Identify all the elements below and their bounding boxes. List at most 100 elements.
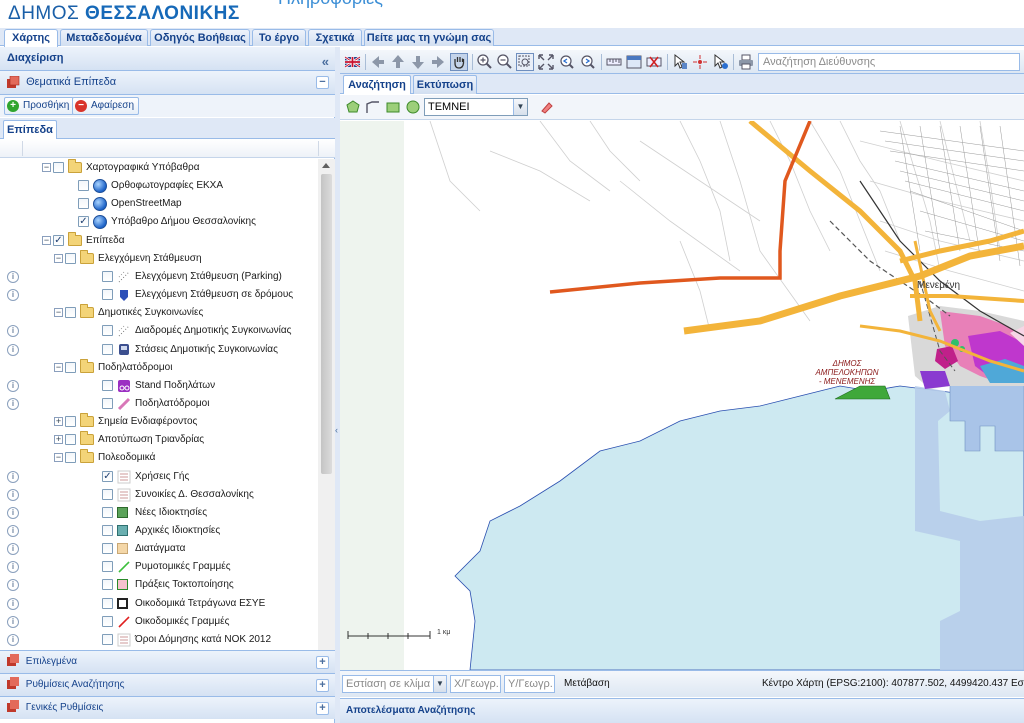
spatial-operator-select[interactable]: ΤΕΜΝΕΙ ▼ — [424, 98, 528, 116]
layer-checkbox[interactable] — [102, 325, 113, 337]
info-icon[interactable]: i — [7, 397, 19, 410]
expand-selected-icon[interactable]: + — [316, 656, 329, 669]
info-icon[interactable]: i — [7, 488, 19, 501]
select-feature-icon[interactable] — [691, 53, 709, 71]
layer-tree-row[interactable]: i Διαδρομές Δημοτικής Συγκοινωνίας — [0, 322, 318, 340]
info-icon[interactable]: i — [7, 325, 19, 338]
zoom-scale-select[interactable]: Εστίαση σε κλίμα ▼ — [342, 675, 447, 693]
layer-checkbox[interactable] — [65, 252, 76, 264]
layer-checkbox[interactable] — [65, 416, 76, 428]
layer-checkbox[interactable] — [102, 379, 113, 391]
clear-measure-icon[interactable] — [645, 53, 663, 71]
print-icon[interactable] — [737, 53, 755, 71]
info-icon[interactable]: i — [7, 543, 19, 556]
address-search-input[interactable]: Αναζήτηση Διεύθυνσης — [758, 53, 1020, 71]
expand-toggle-icon[interactable]: − — [54, 362, 63, 372]
layer-checkbox[interactable] — [78, 198, 89, 210]
eraser-icon[interactable] — [538, 98, 556, 116]
layer-checkbox[interactable] — [102, 525, 113, 536]
measure-length-icon[interactable] — [605, 53, 623, 71]
pan-right-icon[interactable] — [429, 53, 447, 71]
go-to-button[interactable]: Μετάβαση — [564, 678, 610, 689]
search-settings-header[interactable]: Ρυθμίσεις Αναζήτησης + — [0, 673, 335, 696]
tab-search[interactable]: Αναζήτηση — [343, 75, 411, 94]
layer-checkbox[interactable]: ✓ — [102, 470, 113, 482]
full-extent-icon[interactable] — [537, 53, 555, 71]
layer-tree-row[interactable]: ✓ Υπόβαθρο Δήμου Θεσσαλονίκης — [0, 213, 318, 231]
info-icon[interactable]: i — [7, 615, 19, 628]
search-results-header[interactable]: Αποτελέσματα Αναζήτησης — [340, 698, 1024, 723]
municipality-logo[interactable]: ΔΗΜΟΣ ΘΕΣΣΑΛΟΝΙΚΗΣ — [8, 3, 240, 25]
chevron-down-icon[interactable]: ▼ — [513, 99, 527, 115]
layer-checkbox[interactable] — [102, 289, 113, 301]
draw-polygon-icon[interactable] — [344, 98, 362, 116]
scroll-up-icon[interactable] — [322, 163, 330, 168]
x-coordinate-input[interactable]: Χ/Γεωγρ. — [450, 675, 501, 693]
layer-tree-row[interactable]: Ορθοφωτογραφίες ΕΚΧΑ — [0, 177, 318, 195]
layer-tree-row[interactable]: i Ρυμοτομικές Γραμμές — [0, 558, 318, 576]
identify-icon[interactable] — [671, 53, 689, 71]
feature-info-icon[interactable] — [711, 53, 729, 71]
layer-tree-row[interactable]: i Ποδηλατόδρομοι — [0, 395, 318, 413]
collapse-thematic-icon[interactable]: − — [316, 76, 329, 89]
layer-checkbox[interactable] — [102, 543, 113, 555]
info-icon[interactable]: i — [7, 343, 19, 356]
general-settings-header[interactable]: Γενικές Ρυθμίσεις + — [0, 696, 335, 719]
layer-checkbox[interactable] — [102, 270, 113, 282]
layer-tree-row[interactable]: OpenStreetMap — [0, 195, 318, 213]
info-icon[interactable]: i — [7, 561, 19, 574]
layer-tree-row[interactable]: − Χαρτογραφικά Υπόβαθρα — [0, 159, 318, 177]
layer-checkbox[interactable] — [102, 561, 113, 573]
layer-checkbox[interactable] — [102, 579, 113, 591]
draw-rectangle-icon[interactable] — [384, 98, 402, 116]
info-icon[interactable]: i — [7, 506, 19, 519]
layer-tree-row[interactable]: i Νέες Ιδιοκτησίες — [0, 504, 318, 522]
zoom-box-icon[interactable] — [516, 53, 534, 71]
layer-tree-row[interactable]: − ✓ Επίπεδα — [0, 231, 318, 250]
measure-area-icon[interactable] — [625, 53, 643, 71]
info-icon[interactable]: i — [7, 525, 19, 537]
info-icon[interactable]: i — [7, 289, 19, 302]
info-icon[interactable]: i — [7, 470, 19, 483]
draw-circle-icon[interactable] — [404, 98, 422, 116]
add-layer-button[interactable]: + Προσθήκη — [4, 97, 75, 115]
zoom-in-icon[interactable] — [476, 53, 494, 71]
layer-tree-row[interactable]: i Οικοδομικές Γραμμές — [0, 613, 318, 631]
tab-layers[interactable]: Επίπεδα — [3, 120, 57, 139]
next-extent-icon[interactable] — [579, 53, 597, 71]
expand-toggle-icon[interactable]: − — [54, 308, 63, 318]
info-icon[interactable]: i — [7, 379, 19, 392]
layer-tree-row[interactable]: i Όροι Δόμησης κατά ΝΟΚ 2012 — [0, 631, 318, 649]
selected-panel-header[interactable]: Επιλεγμένα + — [0, 650, 335, 673]
y-coordinate-input[interactable]: Υ/Γεωγρ. — [504, 675, 555, 693]
layer-checkbox[interactable] — [102, 597, 113, 609]
layer-checkbox[interactable] — [65, 307, 76, 319]
layer-checkbox[interactable] — [53, 162, 64, 173]
layer-tree-row[interactable]: i Ελεγχόμενη Στάθμευση (Parking) — [0, 268, 318, 286]
tab-print[interactable]: Εκτύπωση — [413, 75, 477, 94]
layer-tree-row[interactable]: i Αρχικές Ιδιοκτησίες — [0, 522, 318, 540]
tab-map[interactable]: Χάρτης — [4, 29, 58, 47]
layer-checkbox[interactable] — [65, 434, 76, 446]
scroll-thumb[interactable] — [321, 174, 332, 474]
layer-checkbox[interactable] — [102, 343, 113, 355]
layer-checkbox[interactable] — [65, 361, 76, 373]
layer-checkbox[interactable] — [102, 633, 113, 645]
layer-checkbox[interactable] — [102, 506, 113, 518]
pan-hand-icon[interactable] — [450, 53, 468, 71]
pan-left-icon[interactable] — [369, 53, 387, 71]
layer-tree-row[interactable]: i Οικοδομικά Τετράγωνα ΕΣΥΕ — [0, 595, 318, 613]
layer-tree-row[interactable]: i Stand Ποδηλάτων — [0, 377, 318, 395]
tab-help-guide[interactable]: Οδηγός Βοήθειας — [150, 29, 250, 46]
tab-project[interactable]: Το έργο — [252, 29, 306, 46]
map-svg[interactable]: Μενεμένη ΔΗΜΟΣ ΑΜΠΕΛΟΚΗΠΩΝ - ΜΕΝΕΜΕΝΗΣ — [340, 121, 1024, 670]
layer-checkbox[interactable] — [78, 180, 89, 192]
layer-tree-row[interactable]: i Ελεγχόμενη Στάθμευση σε δρόμους — [0, 286, 318, 304]
layer-tree-row[interactable]: i Πράξεις Τοκτοποίησης — [0, 576, 318, 594]
layer-tree-row[interactable]: + Σημεία Ενδιαφέροντος — [0, 413, 318, 431]
tab-feedback[interactable]: Πείτε μας τη γνώμη σας — [364, 29, 494, 46]
tab-metadata[interactable]: Μεταδεδομένα — [60, 29, 148, 46]
layer-tree-row[interactable]: − Δημοτικές Συγκοινωνίες — [0, 304, 318, 322]
layer-tree-row[interactable]: − Πολεοδομικά — [0, 449, 318, 467]
map-canvas[interactable]: Μενεμένη ΔΗΜΟΣ ΑΜΠΕΛΟΚΗΠΩΝ - ΜΕΝΕΜΕΝΗΣ 1… — [340, 121, 1024, 670]
